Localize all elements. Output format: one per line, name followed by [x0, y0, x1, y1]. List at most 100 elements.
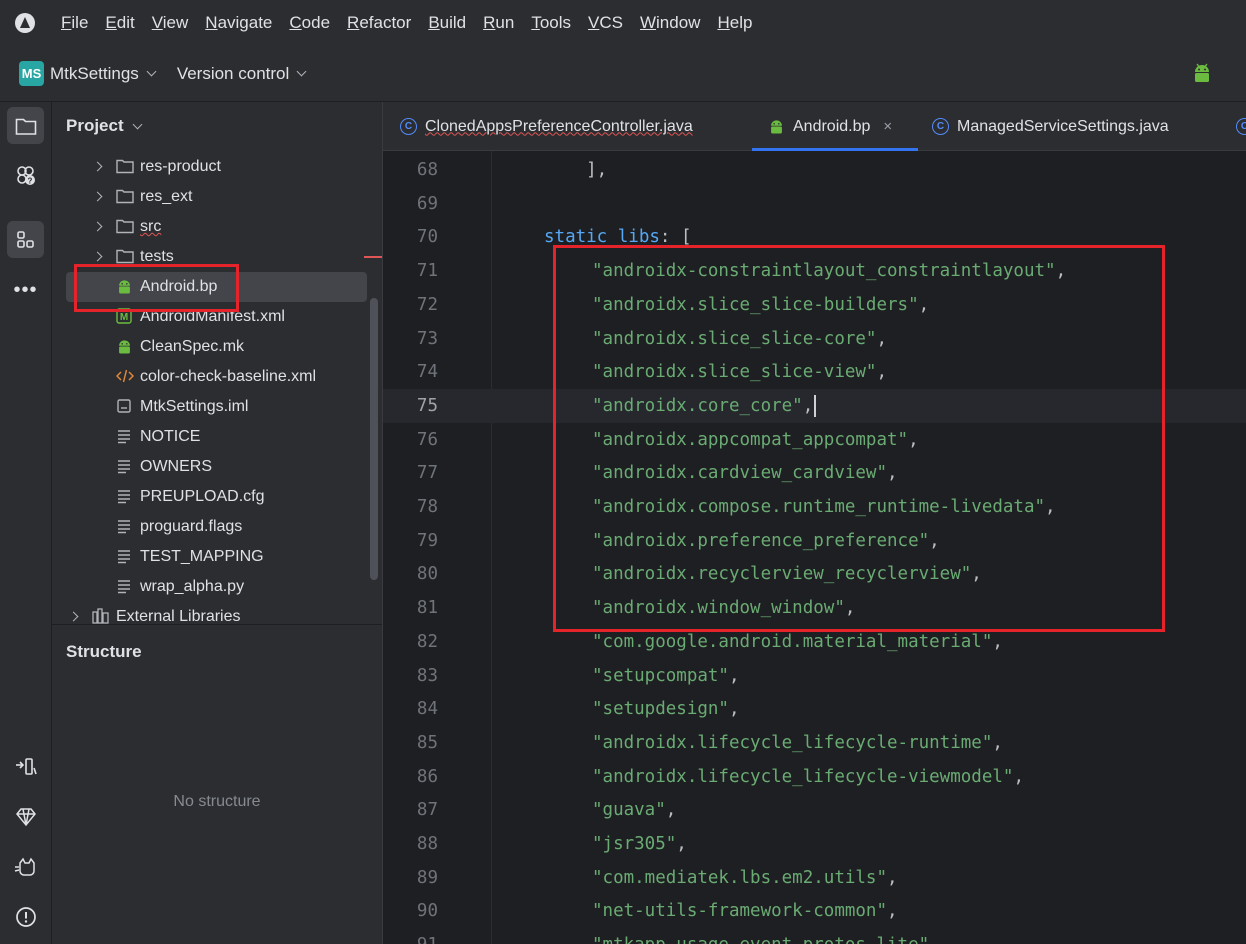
chevron-right-icon[interactable]: [92, 251, 103, 262]
tab-managed-service[interactable]: C ManagedServiceSettings.java: [932, 102, 1169, 151]
tool-window-bar: ? •••: [0, 102, 52, 944]
tree-item[interactable]: OWNERS: [52, 452, 367, 482]
tree-item[interactable]: proguard.flags: [52, 512, 367, 542]
menu-code[interactable]: Code: [289, 13, 330, 33]
menu-navigate[interactable]: Navigate: [205, 13, 272, 33]
code-string: "setupdesign": [592, 699, 729, 720]
warning-circle-icon: [15, 906, 36, 927]
line-number: 80: [416, 564, 438, 585]
menu-refactor[interactable]: Refactor: [347, 13, 411, 33]
svg-text:M: M: [120, 312, 128, 323]
xml-icon: [116, 368, 134, 384]
project-selector[interactable]: MtkSettings: [50, 64, 139, 84]
chevron-right-icon[interactable]: [92, 191, 103, 202]
tab-cloned-apps[interactable]: C ClonedAppsPreferenceController.java: [400, 102, 693, 151]
logcat-tool-button[interactable]: [7, 748, 44, 785]
tree-item[interactable]: NOTICE: [52, 422, 367, 452]
tree-item[interactable]: src: [52, 212, 367, 242]
code-line[interactable]: 89 "com.mediatek.lbs.em2.utils",: [383, 861, 1246, 895]
highlight-box-android-bp: [74, 264, 239, 312]
project-badge[interactable]: MS: [19, 61, 44, 86]
commit-tool-button[interactable]: ?: [7, 157, 44, 194]
code-string: "setupcompat": [592, 665, 729, 686]
chevron-down-icon[interactable]: [132, 119, 143, 129]
tree-item[interactable]: MtkSettings.iml: [52, 392, 367, 422]
code-line[interactable]: 86 "androidx.lifecycle_lifecycle-viewmode…: [383, 760, 1246, 794]
project-scrollbar[interactable]: [370, 298, 378, 580]
code-string: "com.mediatek.lbs.em2.utils": [592, 867, 888, 888]
text-file-icon: [116, 578, 132, 594]
tree-item[interactable]: color-check-baseline.xml: [52, 362, 367, 392]
code-string: "net-utils-framework-common": [592, 901, 888, 922]
tree-item-label: External Libraries: [116, 608, 241, 624]
android-icon: [768, 118, 785, 135]
resource-manager-icon: ?: [16, 165, 35, 185]
vcs-selector[interactable]: Version control: [177, 64, 289, 84]
line-number: 69: [416, 193, 438, 214]
menu-window[interactable]: Window: [640, 13, 700, 33]
text-file-icon: [116, 548, 132, 564]
line-number: 72: [416, 294, 438, 315]
line-number: 87: [416, 800, 438, 821]
structure-panel: Structure No structure: [52, 624, 382, 944]
menu-tools[interactable]: Tools: [531, 13, 571, 33]
device-manager-icon: [15, 757, 37, 775]
line-number: 81: [416, 598, 438, 619]
code-text: ],: [544, 160, 608, 180]
line-number: 73: [416, 328, 438, 349]
code-line[interactable]: 84 "setupdesign",: [383, 692, 1246, 726]
menu-file[interactable]: File: [61, 13, 88, 33]
project-tool-button[interactable]: [7, 107, 44, 144]
code-line[interactable]: 91"mtkapp-usage-event-protos-lite",: [383, 928, 1246, 944]
menu-help[interactable]: Help: [717, 13, 752, 33]
menu-run[interactable]: Run: [483, 13, 514, 33]
editor-tabs: C ClonedAppsPreferenceController.java An…: [383, 102, 1246, 151]
code-line[interactable]: 68 ],: [383, 153, 1246, 187]
tree-item-label: res_ext: [140, 188, 193, 205]
close-icon[interactable]: ×: [883, 118, 892, 135]
menu-view[interactable]: View: [152, 13, 189, 33]
chevron-right-icon[interactable]: [92, 221, 103, 232]
diamond-icon: [15, 807, 36, 826]
tab-label: Android.bp: [793, 117, 871, 135]
tree-item[interactable]: TEST_MAPPING: [52, 542, 367, 572]
code-line[interactable]: 87 "guava",: [383, 793, 1246, 827]
line-number: 71: [416, 261, 438, 282]
menu-build[interactable]: Build: [428, 13, 466, 33]
menu-edit[interactable]: Edit: [105, 13, 134, 33]
code-line[interactable]: 88 "jsr305",: [383, 827, 1246, 861]
tree-item-label: OWNERS: [140, 458, 212, 475]
class-icon: C: [400, 118, 417, 135]
android-studio-logo-icon[interactable]: [15, 13, 35, 33]
tab-overflow[interactable]: C: [1236, 102, 1246, 151]
resource-manager-button[interactable]: [7, 221, 44, 258]
code-line[interactable]: 69: [383, 187, 1246, 221]
gem-tool-button[interactable]: [7, 798, 44, 835]
tree-item[interactable]: External Libraries: [52, 602, 367, 624]
menu-vcs[interactable]: VCS: [588, 13, 623, 33]
tree-item[interactable]: CleanSpec.mk: [52, 332, 367, 362]
tab-android-bp[interactable]: Android.bp ×: [752, 102, 918, 151]
tree-item[interactable]: wrap_alpha.py: [52, 572, 367, 602]
code-line[interactable]: 85 "androidx.lifecycle_lifecycle-runtime"…: [383, 726, 1246, 760]
code-line[interactable]: 83 "setupcompat",: [383, 659, 1246, 693]
app-inspection-button[interactable]: [7, 848, 44, 885]
error-marker: [364, 256, 382, 258]
code-line[interactable]: 90 "net-utils-framework-common",: [383, 894, 1246, 928]
chevron-right-icon[interactable]: [92, 161, 103, 172]
tab-label: ManagedServiceSettings.java: [957, 117, 1169, 135]
tree-item[interactable]: res-product: [52, 152, 367, 182]
code-string: "androidx.lifecycle_lifecycle-runtime": [592, 732, 993, 753]
tree-item[interactable]: res_ext: [52, 182, 367, 212]
android-icon[interactable]: [1191, 62, 1213, 89]
problems-tool-button[interactable]: [7, 898, 44, 935]
folder-icon: [116, 188, 134, 204]
chevron-down-icon[interactable]: [296, 66, 307, 77]
line-number: 89: [416, 867, 438, 888]
project-panel-header[interactable]: Project: [66, 116, 143, 136]
more-tools-button[interactable]: •••: [7, 271, 44, 308]
chevron-right-icon[interactable]: [68, 611, 79, 622]
chevron-down-icon[interactable]: [146, 66, 157, 77]
folder-icon: [116, 158, 134, 174]
tree-item[interactable]: PREUPLOAD.cfg: [52, 482, 367, 512]
